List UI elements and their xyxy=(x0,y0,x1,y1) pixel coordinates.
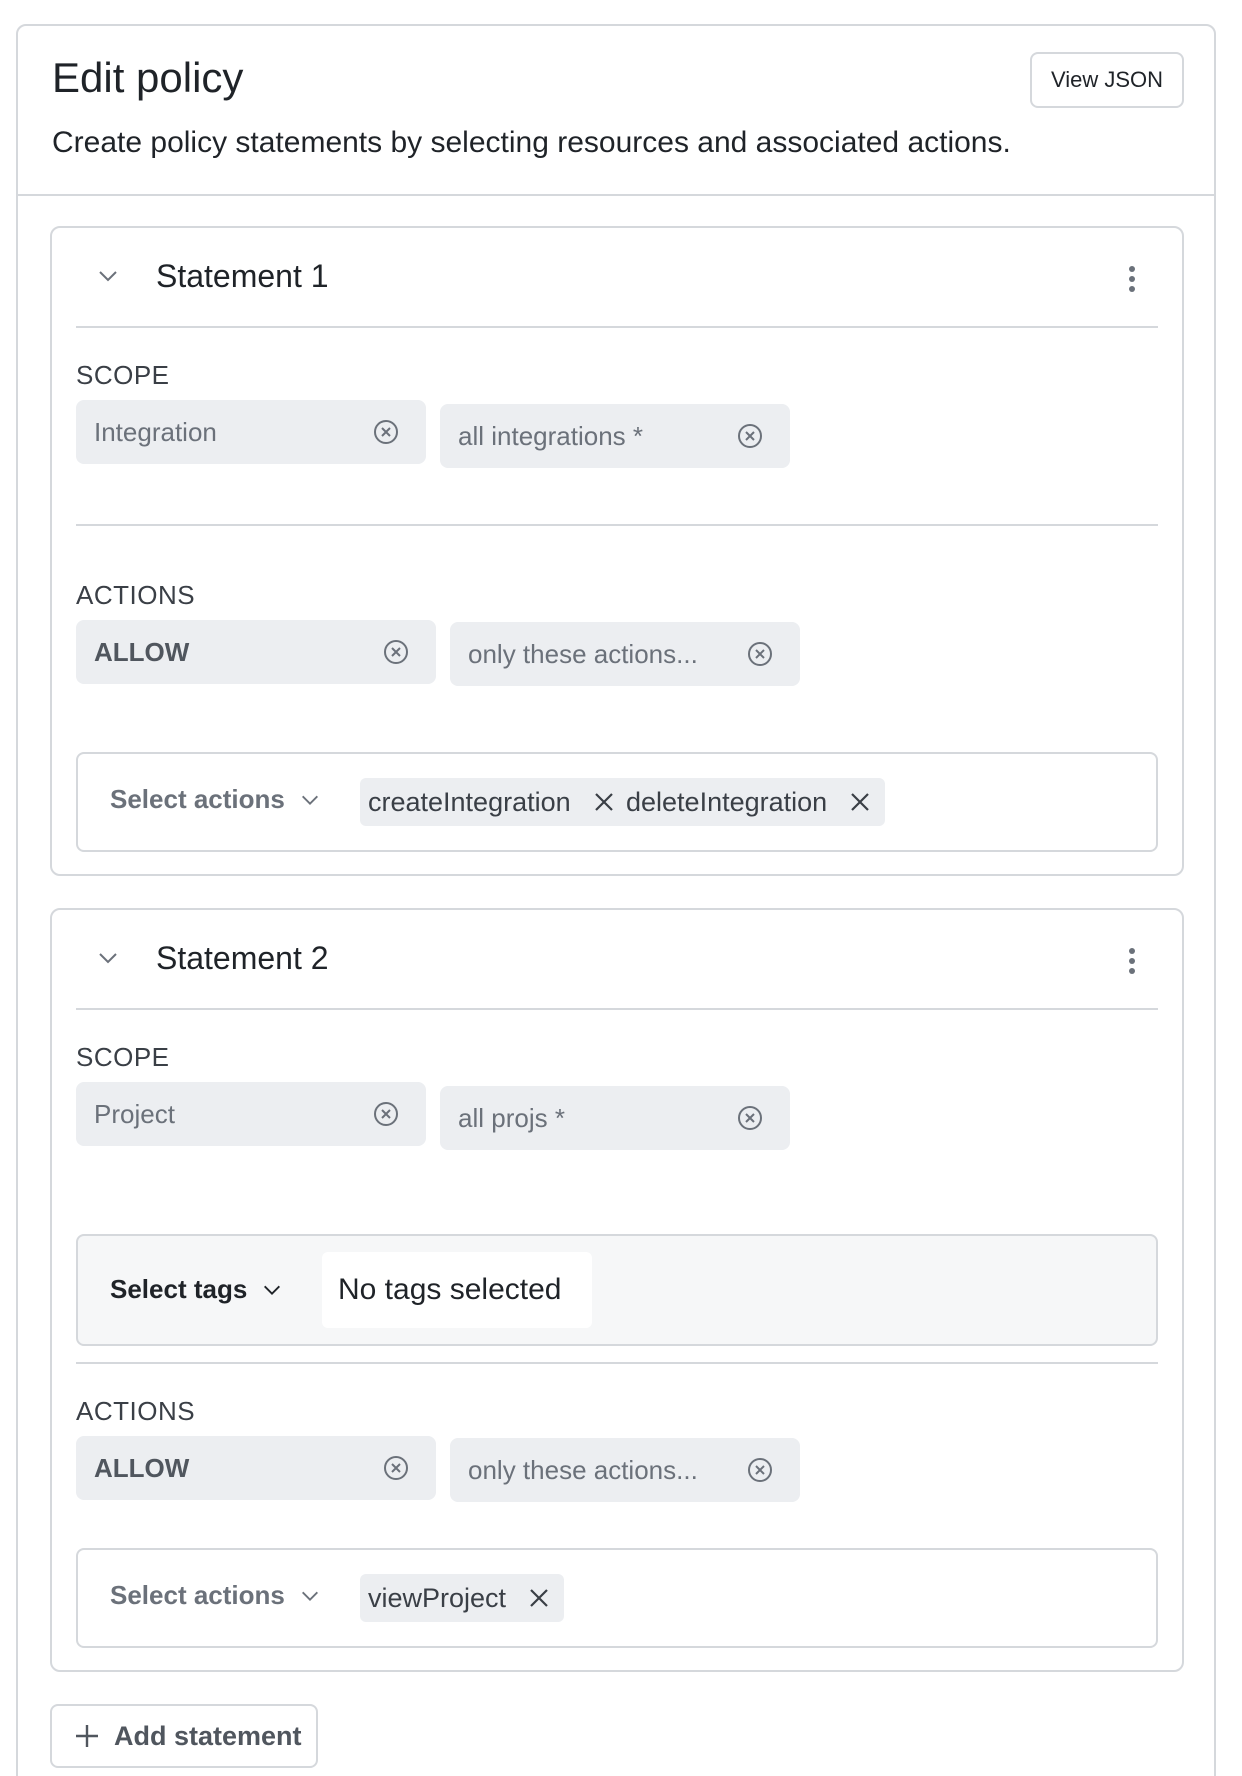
select-actions-dropdown[interactable]: Select actions xyxy=(110,1580,321,1611)
divider xyxy=(76,1362,1158,1364)
scope-resource-select[interactable]: Project xyxy=(76,1082,426,1146)
circle-x-icon[interactable] xyxy=(736,422,764,450)
action-mode-value: only these actions... xyxy=(468,1454,698,1485)
tags-picker: Select tags No tags selected xyxy=(76,1234,1158,1346)
actions-picker: Select actions viewProject xyxy=(76,1548,1158,1648)
kebab-menu-icon[interactable] xyxy=(1126,264,1138,294)
select-actions-dropdown[interactable]: Select actions xyxy=(110,784,321,815)
tags-empty-state: No tags selected xyxy=(322,1252,592,1328)
chevron-down-icon xyxy=(264,1285,281,1295)
plus-icon xyxy=(76,1725,98,1747)
select-actions-label: Select actions xyxy=(110,1580,285,1610)
statement-card: Statement 2 SCOPE Project all projs * Se… xyxy=(50,908,1184,1672)
page-description: Create policy statements by selecting re… xyxy=(52,126,1011,159)
circle-x-icon[interactable] xyxy=(382,638,410,666)
action-tag-label: createIntegration xyxy=(368,786,571,817)
effect-value: ALLOW xyxy=(94,1452,190,1483)
scope-selector-select[interactable]: all projs * xyxy=(440,1086,790,1150)
divider xyxy=(76,524,1158,526)
chevron-down-icon[interactable] xyxy=(96,264,120,288)
add-statement-button[interactable]: Add statement xyxy=(50,1704,318,1768)
page-title: Edit policy xyxy=(52,54,244,101)
effect-select[interactable]: ALLOW xyxy=(76,1436,436,1500)
action-tag-label: viewProject xyxy=(368,1582,507,1613)
circle-x-icon[interactable] xyxy=(746,1456,774,1484)
statement-header: Statement 1 xyxy=(52,228,1182,328)
panel-header: Edit policy Create policy statements by … xyxy=(18,26,1214,196)
action-mode-select[interactable]: only these actions... xyxy=(450,1438,800,1502)
statement-title: Statement 2 xyxy=(156,940,329,976)
actions-label: ACTIONS xyxy=(76,1396,196,1426)
scope-resource-value: Integration xyxy=(94,416,217,447)
action-mode-select[interactable]: only these actions... xyxy=(450,622,800,686)
scope-label: SCOPE xyxy=(76,360,170,390)
close-icon[interactable] xyxy=(528,1587,550,1609)
statement-header: Statement 2 xyxy=(52,910,1182,1010)
statement-card: Statement 1 SCOPE Integration all integr… xyxy=(50,226,1184,876)
actions-picker: Select actions createIntegration deleteI… xyxy=(76,752,1158,852)
statement-title: Statement 1 xyxy=(156,258,329,294)
scope-selector-select[interactable]: all integrations * xyxy=(440,404,790,468)
scope-label: SCOPE xyxy=(76,1042,170,1072)
action-mode-value: only these actions... xyxy=(468,638,698,669)
scope-selector-value: all projs * xyxy=(458,1102,565,1133)
effect-value: ALLOW xyxy=(94,636,190,667)
close-icon[interactable] xyxy=(849,791,871,813)
scope-resource-select[interactable]: Integration xyxy=(76,400,426,464)
scope-selector-value: all integrations * xyxy=(458,420,643,451)
close-icon[interactable] xyxy=(593,791,615,813)
add-statement-label: Add statement xyxy=(114,1720,302,1751)
circle-x-icon[interactable] xyxy=(372,1100,400,1128)
view-json-button[interactable]: View JSON xyxy=(1030,52,1184,108)
select-tags-label: Select tags xyxy=(110,1274,248,1304)
circle-x-icon[interactable] xyxy=(736,1104,764,1132)
kebab-menu-icon[interactable] xyxy=(1126,946,1138,976)
effect-select[interactable]: ALLOW xyxy=(76,620,436,684)
actions-label: ACTIONS xyxy=(76,580,196,610)
circle-x-icon[interactable] xyxy=(372,418,400,446)
chevron-down-icon[interactable] xyxy=(96,946,120,970)
circle-x-icon[interactable] xyxy=(382,1454,410,1482)
scope-resource-value: Project xyxy=(94,1098,175,1129)
action-tag: viewProject xyxy=(360,1574,565,1622)
action-tag: deleteIntegration xyxy=(618,778,886,826)
chevron-down-icon xyxy=(301,795,318,805)
action-tag-label: deleteIntegration xyxy=(626,786,828,817)
select-actions-label: Select actions xyxy=(110,784,285,814)
circle-x-icon[interactable] xyxy=(746,640,774,668)
chevron-down-icon xyxy=(301,1591,318,1601)
action-tag: createIntegration xyxy=(360,778,629,826)
select-tags-dropdown[interactable]: Select tags xyxy=(110,1274,283,1305)
